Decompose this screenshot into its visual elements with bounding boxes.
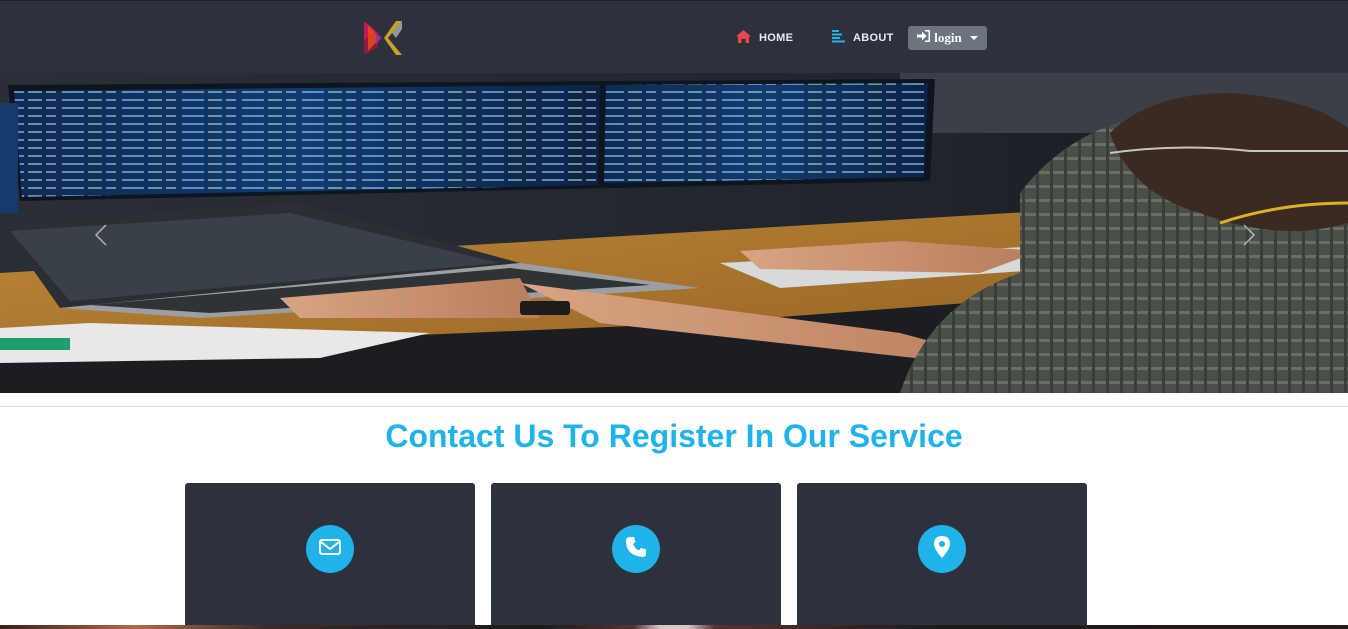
brand-logo[interactable] [362,19,404,57]
contact-card-email [185,483,475,629]
developer-at-workstation-photo [0,73,1348,393]
footer-image-strip [0,625,1348,629]
section-divider [0,406,1348,407]
navbar: HOME ABOUT login [0,0,1348,73]
phone-icon-button[interactable] [612,525,660,573]
email-icon-button[interactable] [306,525,354,573]
nav-home-link[interactable]: HOME [736,29,793,47]
carousel-next-button[interactable] [1238,223,1258,247]
nav-about-label: ABOUT [853,32,894,44]
login-dropdown-button[interactable]: login [908,26,987,50]
chevron-right-icon [1238,223,1258,247]
location-icon-button[interactable] [918,525,966,573]
nav-about-link[interactable]: ABOUT [832,29,894,47]
chevron-left-icon [92,223,112,247]
hero-carousel [0,73,1348,393]
caret-down-icon [969,36,978,40]
home-icon [736,30,751,46]
nav-home-label: HOME [759,32,794,44]
sign-in-icon [917,30,931,46]
carousel-prev-button[interactable] [92,223,112,247]
map-marker-icon [934,535,950,563]
contact-card-location [797,483,1087,629]
contact-card-phone [491,483,781,629]
align-left-icon [832,30,845,46]
contact-section-title: Contact Us To Register In Our Service [385,418,963,454]
envelope-icon [319,538,341,560]
login-label: login [934,30,962,45]
phone-icon [625,536,647,563]
